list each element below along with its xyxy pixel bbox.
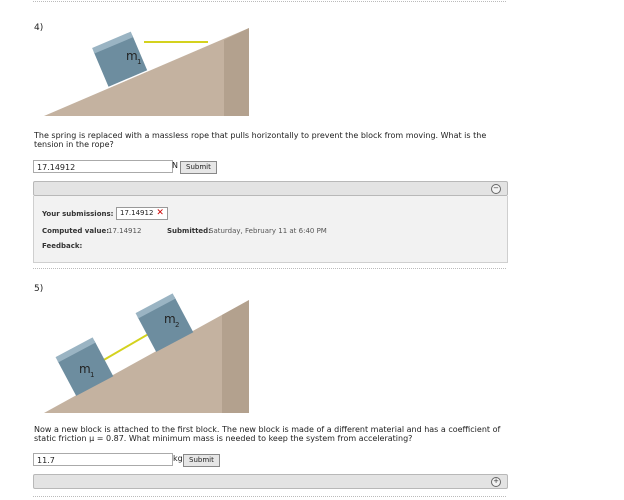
submit-button-q4[interactable]: Submit bbox=[180, 161, 217, 174]
submitted-timestamp: Saturday, February 11 at 6:40 PM bbox=[209, 227, 327, 235]
question-4-text: The spring is replaced with a massless r… bbox=[34, 131, 487, 149]
block-m2-label: m bbox=[164, 312, 176, 326]
incorrect-x-icon: ✕ bbox=[156, 208, 164, 218]
unit-label-q4: N bbox=[172, 161, 178, 170]
expand-icon[interactable]: + bbox=[491, 477, 501, 487]
submit-button-q5[interactable]: Submit bbox=[183, 454, 220, 467]
answer-input-q5[interactable]: 11.7 bbox=[33, 453, 173, 466]
block-m1-label-q5: m bbox=[79, 362, 91, 376]
unit-label-q5: kg bbox=[173, 454, 183, 463]
incline-diagram-q4: m 1 bbox=[44, 28, 249, 116]
question-4-number: 4) bbox=[34, 23, 44, 33]
separator-bottom bbox=[33, 496, 506, 497]
block-m1-sub-q5: 1 bbox=[90, 371, 94, 379]
collapse-icon[interactable]: − bbox=[491, 184, 501, 194]
question-5-text: Now a new block is attached to the first… bbox=[34, 425, 501, 443]
block-m1-sub: 1 bbox=[137, 58, 141, 66]
feedback-panel-header-q5[interactable]: + bbox=[33, 474, 508, 489]
feedback-label: Feedback: bbox=[42, 242, 83, 250]
separator-q4-q5 bbox=[33, 268, 506, 269]
computed-value: 17.14912 bbox=[108, 227, 142, 235]
answer-input-q4[interactable]: 17.14912 bbox=[33, 160, 173, 173]
feedback-panel-header-q4[interactable]: − bbox=[33, 181, 508, 196]
submissions-label: Your submissions: bbox=[42, 210, 114, 218]
block-m1-label: m bbox=[126, 49, 138, 63]
separator-top bbox=[33, 1, 506, 2]
question-5-number: 5) bbox=[34, 284, 44, 294]
submission-value: 17.14912 bbox=[120, 209, 154, 217]
submitted-label: Submitted: bbox=[167, 227, 211, 235]
incline-diagram-q5: m 2 m 1 bbox=[44, 293, 249, 413]
computed-value-label: Computed value: bbox=[42, 227, 109, 235]
feedback-panel-body-q4: Your submissions: 17.14912 ✕ Computed val… bbox=[33, 196, 508, 263]
submission-entry: 17.14912 ✕ bbox=[116, 207, 168, 220]
block-m2-sub: 2 bbox=[175, 321, 179, 329]
